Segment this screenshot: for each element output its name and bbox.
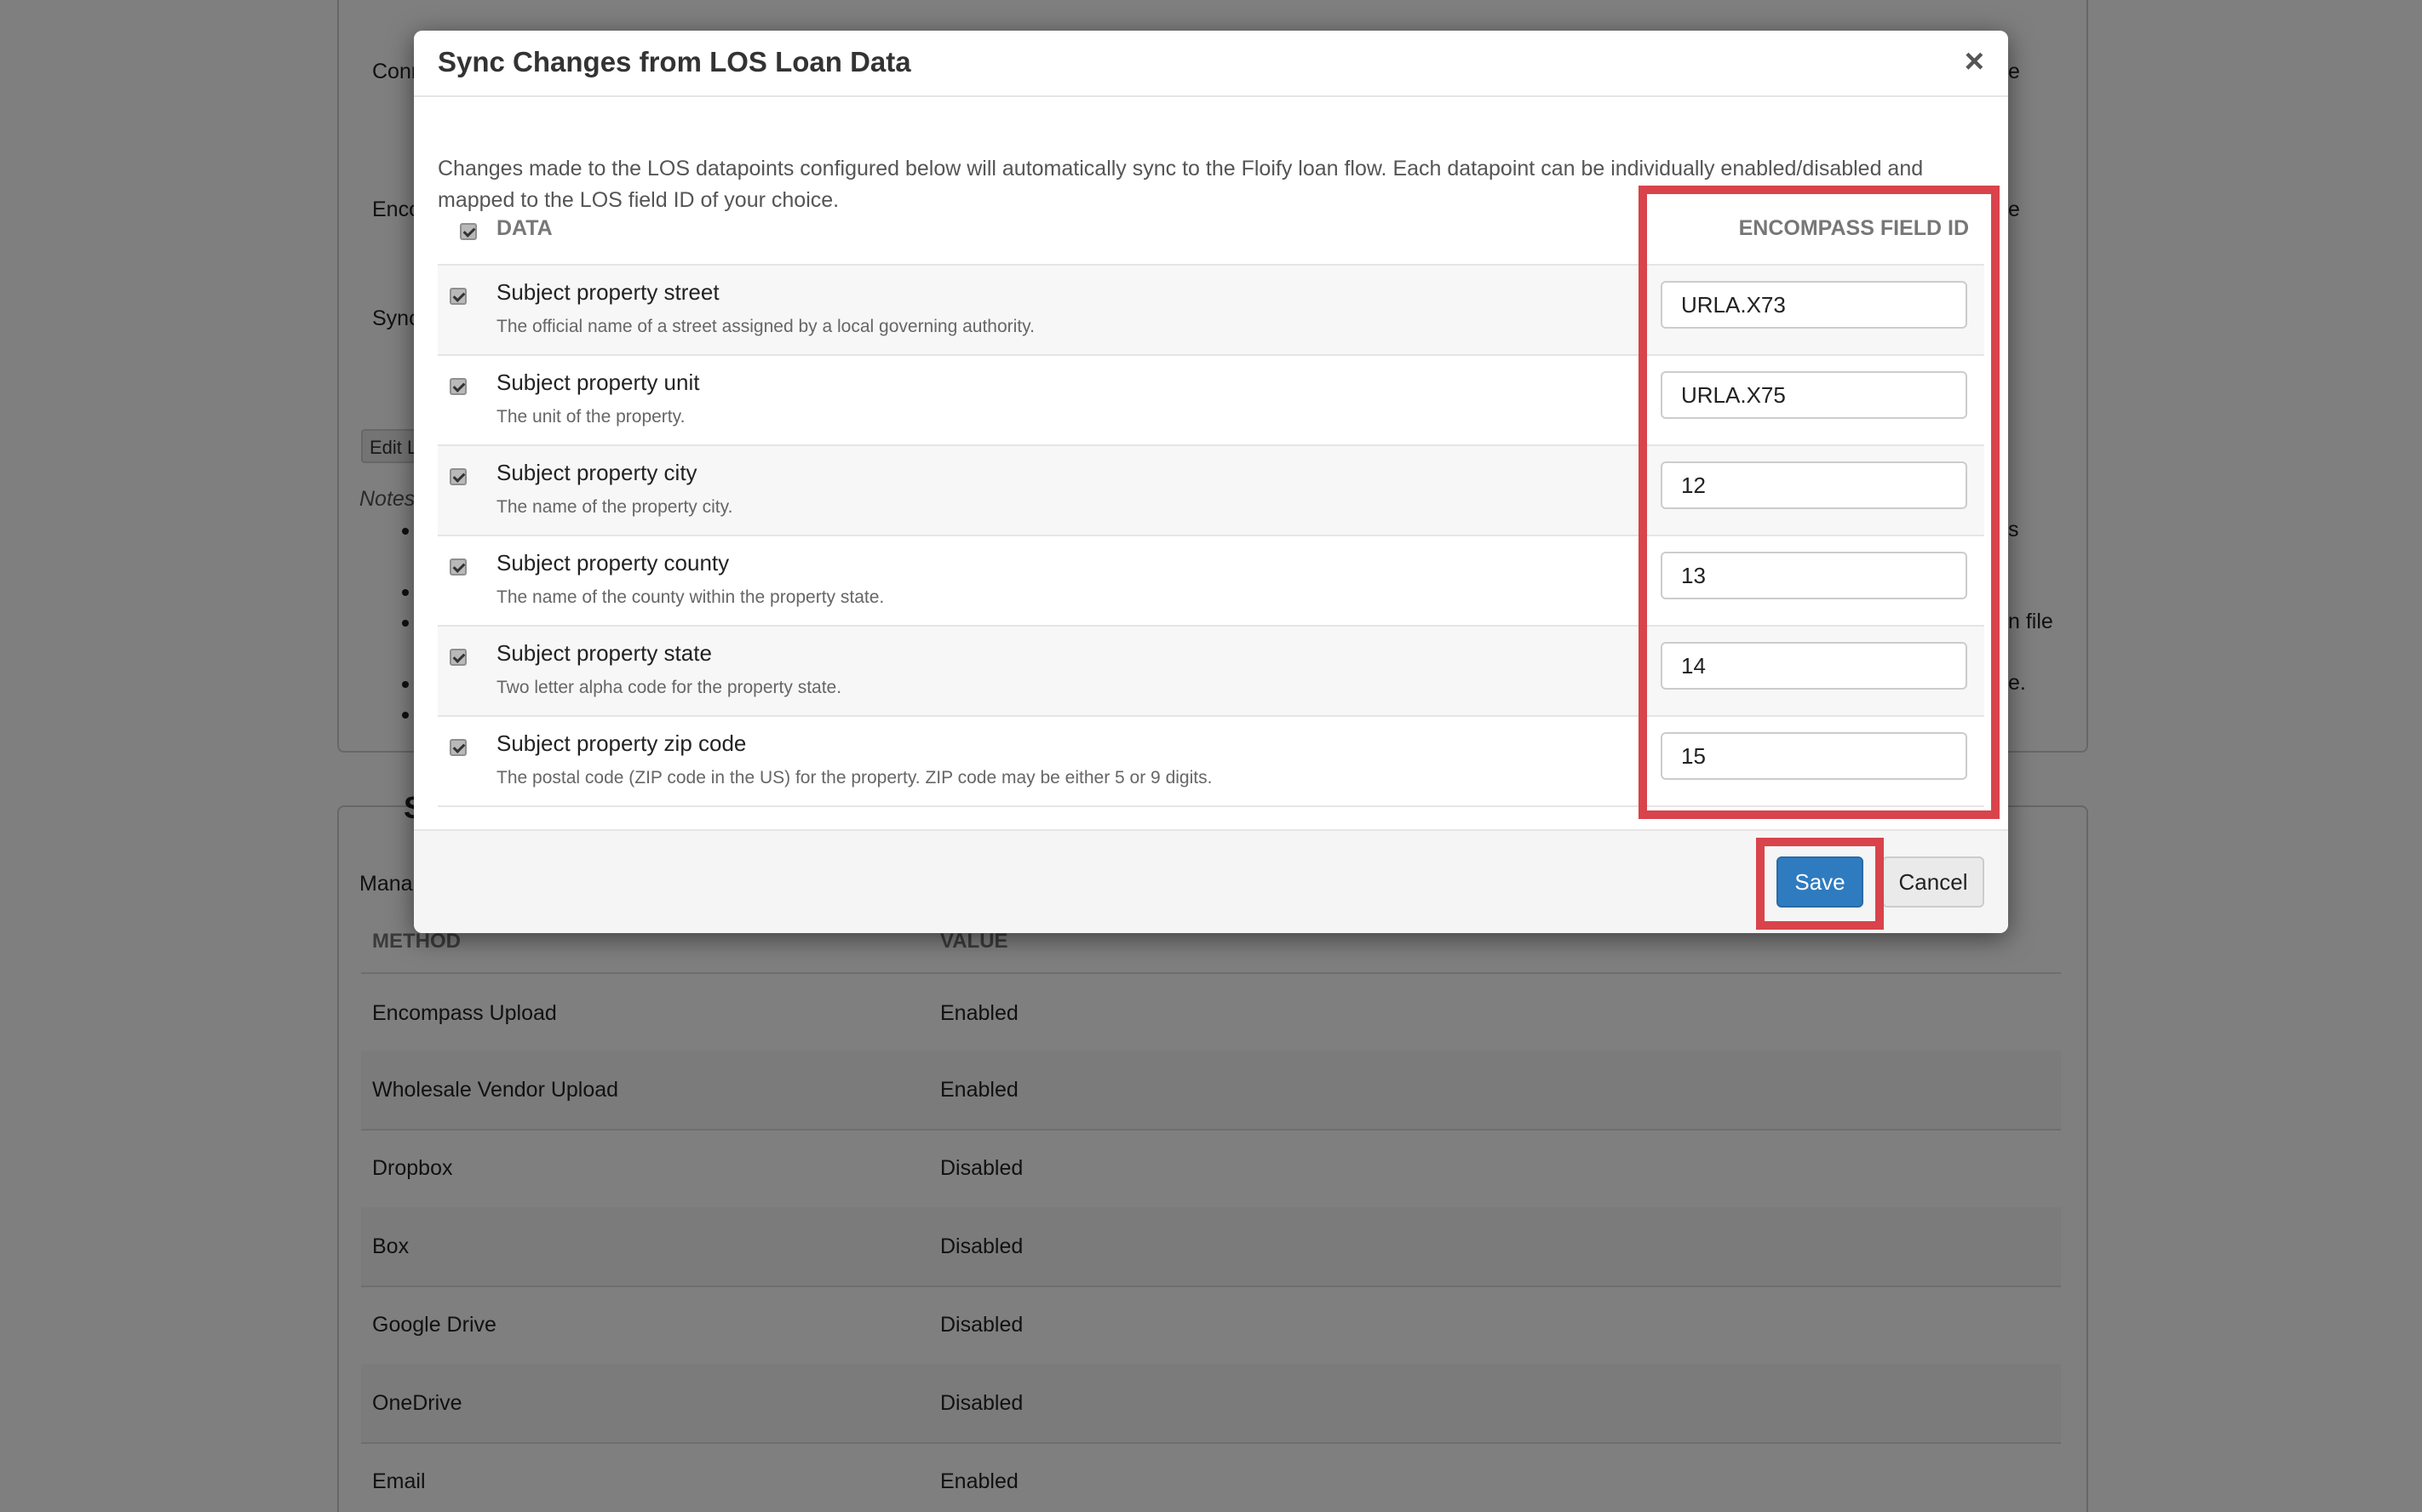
datapoint-label: Subject property state <box>496 640 712 666</box>
modal-header: Sync Changes from LOS Loan Data × <box>414 31 2008 97</box>
datapoint-label: Subject property zip code <box>496 730 747 756</box>
modal-title: Sync Changes from LOS Loan Data <box>438 46 911 77</box>
close-icon[interactable]: × <box>1965 43 1984 81</box>
datapoint-checkbox[interactable] <box>450 558 467 576</box>
cancel-button[interactable]: Cancel <box>1882 856 1984 908</box>
sync-changes-modal: Sync Changes from LOS Loan Data × Change… <box>414 31 2008 933</box>
datapoint-description: The name of the county within the proper… <box>496 587 885 607</box>
datapoint-label: Subject property county <box>496 550 730 576</box>
datapoint-label: Subject property unit <box>496 369 700 395</box>
datapoint-checkbox[interactable] <box>450 378 467 395</box>
modal-footer: Save Cancel <box>414 829 2008 933</box>
datapoint-checkbox[interactable] <box>450 468 467 485</box>
select-all-checkbox[interactable] <box>460 223 477 240</box>
datapoint-description: Two letter alpha code for the property s… <box>496 678 842 697</box>
datapoint-checkbox[interactable] <box>450 288 467 305</box>
datapoint-checkbox[interactable] <box>450 739 467 756</box>
save-highlight <box>1756 838 1884 930</box>
data-column-header: DATA <box>496 216 553 240</box>
datapoint-description: The official name of a street assigned b… <box>496 317 1035 336</box>
datapoint-checkbox[interactable] <box>450 649 467 666</box>
datapoint-label: Subject property city <box>496 460 697 485</box>
field-id-highlight <box>1639 186 2000 819</box>
datapoint-description: The postal code (ZIP code in the US) for… <box>496 768 1213 788</box>
datapoint-description: The name of the property city. <box>496 497 733 517</box>
datapoint-label: Subject property street <box>496 279 720 305</box>
datapoint-description: The unit of the property. <box>496 407 686 427</box>
page: Conn Enco Sync Edit L Notes e e s n file… <box>0 0 2422 1512</box>
